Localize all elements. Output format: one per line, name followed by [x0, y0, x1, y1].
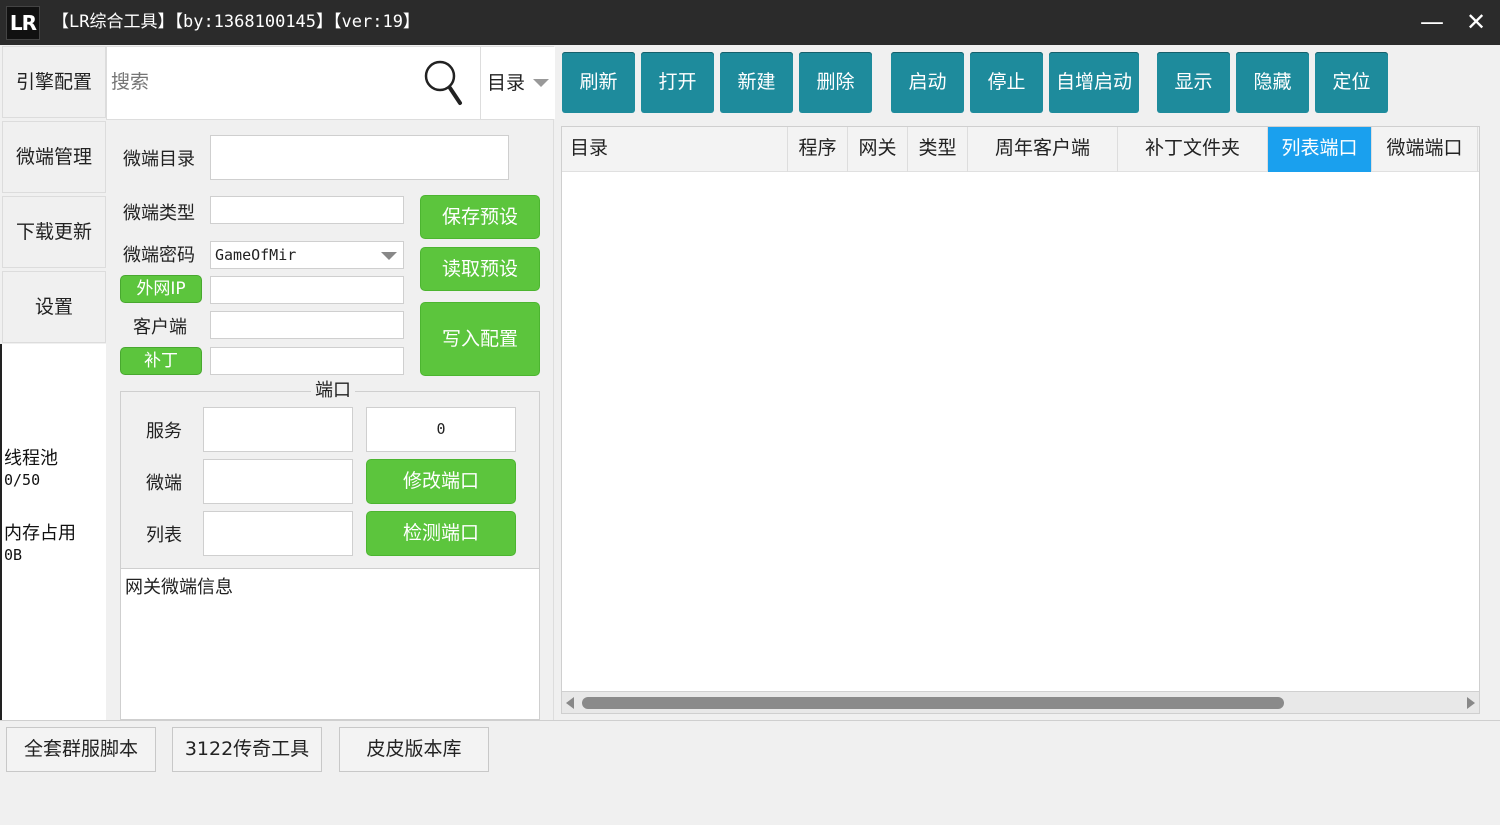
search-bar: 目录	[106, 46, 555, 120]
ext-ip-button[interactable]: 外网IP	[120, 275, 202, 303]
stop-button[interactable]: 停止	[970, 52, 1043, 113]
micro-port-label: 微端	[146, 473, 182, 494]
service-port-input[interactable]	[203, 407, 353, 452]
list-port-label: 列表	[146, 525, 182, 546]
status-panel: 线程池 0/50 内存占用 0B	[0, 344, 106, 720]
col-program[interactable]: 程序	[788, 127, 848, 172]
client-input[interactable]	[210, 311, 404, 339]
password-select[interactable]: GameOfMir	[210, 241, 404, 269]
memory-value: 0B	[4, 546, 23, 564]
patch-input[interactable]	[210, 347, 404, 375]
close-button[interactable]: ✕	[1456, 0, 1496, 45]
service-port-label: 服务	[146, 421, 182, 442]
scroll-left-icon[interactable]	[566, 697, 574, 709]
memory-label: 内存占用	[4, 523, 76, 544]
version-library-button[interactable]: 皮皮版本库	[339, 727, 489, 772]
col-list-port[interactable]: 列表端口	[1268, 127, 1372, 172]
delete-button[interactable]: 删除	[799, 52, 872, 113]
micro-config-panel: 微端目录 微端类型 微端密码 GameOfMir 外网IP 客户端 补丁 保存预…	[106, 120, 554, 720]
dir-label: 微端目录	[123, 149, 195, 170]
show-button[interactable]: 显示	[1157, 52, 1230, 113]
col-anniversary-client[interactable]: 周年客户端	[968, 127, 1118, 172]
micro-port-input[interactable]	[203, 459, 353, 504]
gateway-info-area[interactable]: 网关微端信息	[120, 569, 540, 720]
save-preset-button[interactable]: 保存预设	[420, 195, 540, 239]
load-preset-button[interactable]: 读取预设	[420, 247, 540, 291]
list-port-input[interactable]	[203, 511, 353, 556]
nav-settings[interactable]: 设置	[2, 271, 106, 343]
app-logo: LR	[6, 6, 40, 40]
port-group: 端口 服务 0 微端 修改端口 列表 检测端口	[120, 380, 540, 569]
thread-pool-value: 0/50	[4, 471, 41, 489]
check-port-button[interactable]: 检测端口	[366, 511, 516, 556]
type-input[interactable]	[210, 196, 404, 224]
gateway-info-header: 网关微端信息	[125, 577, 233, 598]
hide-button[interactable]: 隐藏	[1236, 52, 1309, 113]
grid-header: 目录 程序 网关 类型 周年客户端 补丁文件夹 列表端口 微端端口	[562, 127, 1479, 172]
type-label: 微端类型	[123, 203, 195, 224]
full-server-script-button[interactable]: 全套群服脚本	[6, 727, 156, 772]
directory-select-value: 目录	[487, 72, 526, 94]
bottom-bar: 全套群服脚本 3122传奇工具 皮皮版本库	[0, 720, 1500, 825]
col-gateway[interactable]: 网关	[848, 127, 908, 172]
scrollbar-thumb[interactable]	[582, 697, 1284, 709]
micro-list-grid[interactable]: 目录 程序 网关 类型 周年客户端 补丁文件夹 列表端口 微端端口	[561, 126, 1480, 714]
nav-micro-manage[interactable]: 微端管理	[2, 121, 106, 193]
directory-select[interactable]: 目录	[483, 47, 555, 119]
refresh-button[interactable]: 刷新	[562, 52, 635, 113]
window-title: 【LR综合工具】【by:1368100145】【ver:19】	[52, 12, 420, 32]
nav-engine-config[interactable]: 引擎配置	[2, 46, 106, 118]
thread-pool-label: 线程池	[4, 448, 58, 469]
scroll-right-icon[interactable]	[1467, 697, 1475, 709]
new-button[interactable]: 新建	[720, 52, 793, 113]
auto-start-button[interactable]: 自增启动	[1049, 52, 1139, 113]
port-legend: 端口	[311, 380, 355, 402]
minimize-button[interactable]: —	[1412, 0, 1452, 45]
patch-button[interactable]: 补丁	[120, 347, 202, 375]
title-bar: LR 【LR综合工具】【by:1368100145】【ver:19】 — ✕	[0, 0, 1500, 45]
open-button[interactable]: 打开	[641, 52, 714, 113]
write-config-button[interactable]: 写入配置	[420, 302, 540, 376]
legend-tool-button[interactable]: 3122传奇工具	[172, 727, 322, 772]
dir-input[interactable]	[210, 135, 509, 180]
col-micro-port[interactable]: 微端端口	[1372, 127, 1478, 172]
chevron-down-icon	[533, 79, 549, 87]
col-patch-folder[interactable]: 补丁文件夹	[1118, 127, 1268, 172]
service-port-number[interactable]: 0	[366, 407, 516, 452]
nav-download-update[interactable]: 下载更新	[2, 196, 106, 268]
start-button[interactable]: 启动	[891, 52, 964, 113]
locate-button[interactable]: 定位	[1315, 52, 1388, 113]
col-directory[interactable]: 目录	[562, 127, 788, 172]
client-label: 客户端	[133, 317, 187, 338]
password-label: 微端密码	[123, 245, 195, 266]
password-value: GameOfMir	[215, 246, 297, 264]
modify-port-button[interactable]: 修改端口	[366, 459, 516, 504]
horizontal-scrollbar[interactable]	[562, 691, 1479, 713]
search-icon[interactable]	[423, 59, 463, 107]
ext-ip-input[interactable]	[210, 276, 404, 304]
col-type[interactable]: 类型	[908, 127, 968, 172]
chevron-down-icon	[381, 252, 397, 260]
